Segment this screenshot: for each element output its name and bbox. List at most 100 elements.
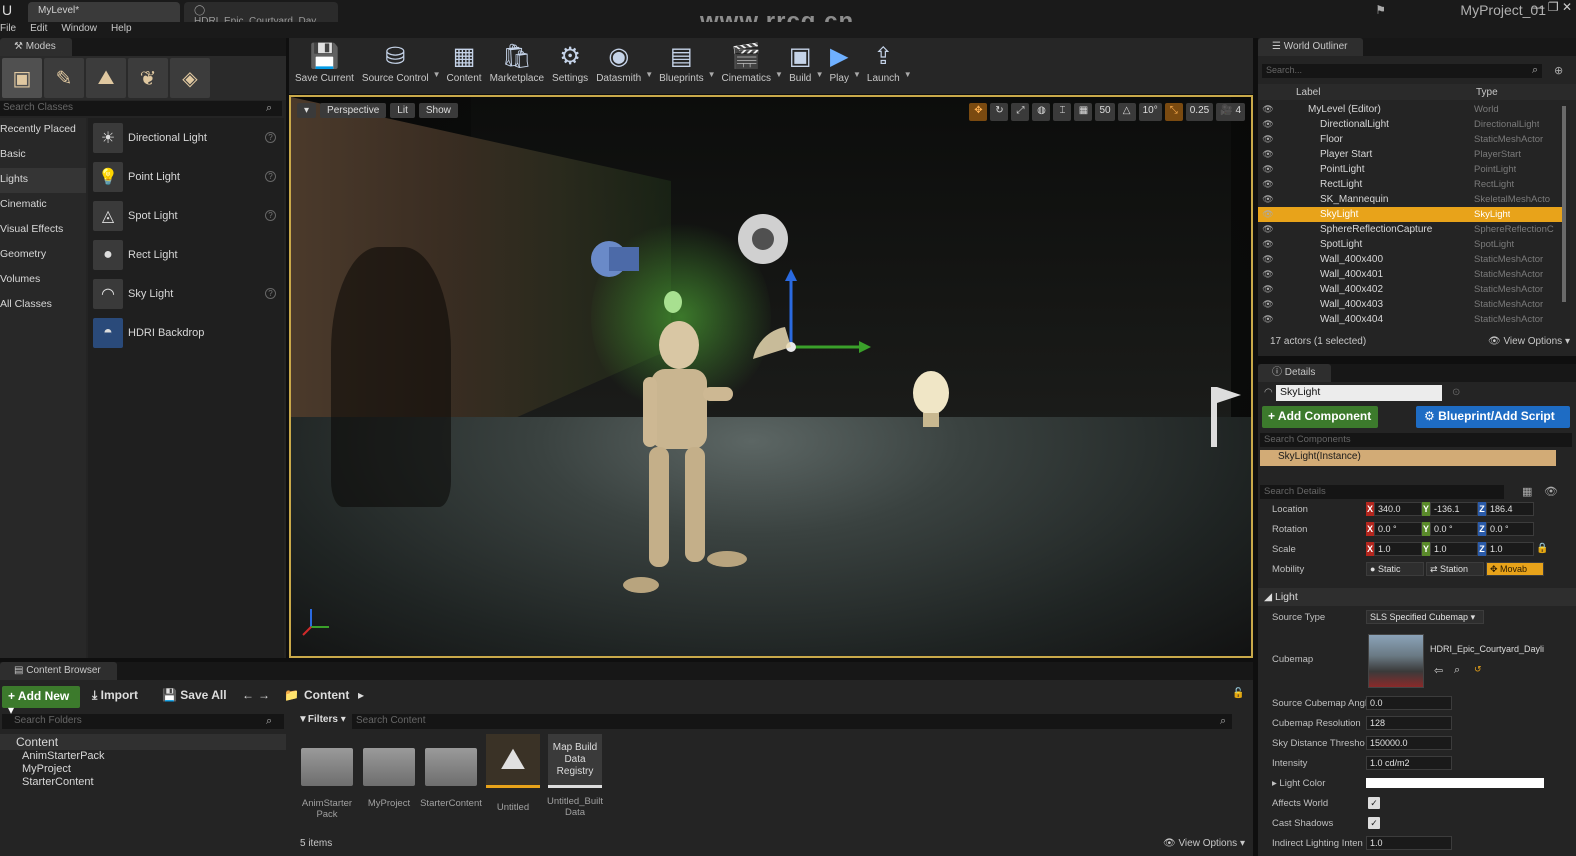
mobility-static[interactable]: ● Static [1366,562,1424,576]
world-icon[interactable]: ◍ [1032,103,1051,121]
column-type[interactable]: Type [1476,87,1498,98]
surface-snap-icon[interactable]: ⌶ [1053,103,1072,121]
details-tab[interactable]: ⓘ Details [1258,364,1332,382]
grid-snap-value[interactable]: 50 [1095,103,1115,121]
mobility-movable[interactable]: ✥ Movab [1486,562,1544,576]
cinematics-dropdown[interactable]: ▼ [775,70,783,79]
content-view-options[interactable]: 👁 View Options ▾ [1163,838,1245,849]
source-cubemap-angle-input[interactable]: 0.0 [1366,696,1452,710]
visibility-eye-icon[interactable]: 👁 [1258,149,1278,160]
outliner-row[interactable]: 👁 Player Start PlayerStart [1258,147,1564,162]
asset-untitled[interactable]: ⛰ Untitled [482,734,544,820]
rotate-icon[interactable]: ↻ [990,103,1009,121]
paint-mode-icon[interactable]: ✎ [44,58,84,98]
camera-speed[interactable]: 🎥 4 [1216,103,1245,121]
folder-content[interactable]: Content [0,734,286,750]
mobility-stationary[interactable]: ⇄ Station [1426,562,1484,576]
source-type-dropdown[interactable]: SLS Specified Cubemap ▾ [1366,610,1484,624]
search-content-input[interactable]: Search Content [352,714,1232,729]
launch-button[interactable]: ⇪ Launch [863,38,904,90]
cinematics-button[interactable]: 🎬 Cinematics [718,38,775,90]
minimize-button[interactable]: — [1532,0,1544,14]
scale-icon[interactable]: ⤢ [1011,103,1030,121]
visibility-eye-icon[interactable]: 👁 [1258,254,1278,265]
folder-myproject[interactable]: MyProject [0,763,286,776]
light-section-header[interactable]: ◢ Light [1258,588,1576,606]
help-icon[interactable]: ? [265,288,276,299]
outliner-tab[interactable]: ☰ World Outliner [1258,38,1364,56]
folder-startercontent[interactable]: StarterContent [0,776,286,789]
category-all-classes[interactable]: All Classes [0,293,86,318]
add-new-button[interactable]: + Add New ▾ [2,686,80,717]
outliner-row[interactable]: 👁 SphereReflectionCapture SphereReflection… [1258,222,1564,237]
mannequin[interactable] [623,321,747,593]
outliner-row[interactable]: 👁 Wall_400x400 StaticMeshActor [1258,252,1564,267]
outliner-search-input[interactable]: Search... [1262,64,1542,78]
outliner-scrollbar[interactable] [1562,106,1566,302]
lit-button[interactable]: Lit [390,103,415,118]
rotation-x[interactable]: 0.0 ° [1374,522,1422,536]
outliner-row[interactable]: 👁 Wall_400x402 StaticMeshActor [1258,282,1564,297]
outliner-row[interactable]: 👁 Wall_400x404 StaticMeshActor [1258,312,1564,327]
maximize-button[interactable]: ❐ [1548,0,1559,14]
angle-icon[interactable]: △ [1117,103,1136,121]
forward-arrow-icon[interactable]: → [258,688,270,702]
folder-animstarterpack[interactable]: AnimStarterPack [0,750,286,763]
outliner-row[interactable]: 👁 SpotLight SpotLight [1258,237,1564,252]
blueprints-dropdown[interactable]: ▼ [708,70,716,79]
level-viewport[interactable]: ▾ Perspective Lit Show ✥ ↻ ⤢ ◍ ⌶ ▦ 50 △ … [289,95,1253,658]
foliage-mode-icon[interactable]: ❦ [128,58,168,98]
search-details-input[interactable]: Search Details [1260,485,1504,499]
lock-icon[interactable]: 🔒 [1536,543,1548,554]
class-hdri-backdrop[interactable]: ◓ HDRI Backdrop [88,313,284,352]
content-browser-tab[interactable]: ▤ Content Browser [0,662,117,680]
outliner-row[interactable]: 👁 Floor StaticMeshActor [1258,132,1564,147]
add-component-button[interactable]: + Add Component [1262,406,1378,428]
category-lights[interactable]: Lights [0,168,86,193]
tab-hdri[interactable]: ◯ HDRI_Epic_Courtyard_Day [184,2,338,27]
search-folders-input[interactable]: Search Folders [2,714,284,729]
browse-icon[interactable]: ⌕ [1454,664,1460,677]
transform-gizmo[interactable] [753,269,871,359]
cubemap-resolution-input[interactable]: 128 [1366,716,1452,730]
outliner-row[interactable]: 👁 PointLight PointLight [1258,162,1564,177]
visibility-eye-icon[interactable]: 👁 [1258,299,1278,310]
class-point-light[interactable]: 💡 Point Light? [88,157,284,196]
visibility-eye-icon[interactable]: 👁 [1258,284,1278,295]
path-chevron-icon[interactable]: ▸ [358,688,364,702]
column-label[interactable]: Label [1296,87,1320,98]
play-button[interactable]: ▶ Play [826,38,853,90]
scale-x[interactable]: 1.0 [1374,542,1422,556]
source-control-dropdown[interactable]: ▼ [433,70,441,79]
scale-y[interactable]: 1.0 [1430,542,1478,556]
visibility-eye-icon[interactable]: 👁 [1258,209,1278,220]
marketplace-button[interactable]: 🛍 Marketplace [486,38,548,90]
visibility-eye-icon[interactable]: 👁 [1258,164,1278,175]
datasmith-dropdown[interactable]: ▼ [645,70,653,79]
visibility-eye-icon[interactable]: 👁 [1258,314,1278,325]
outliner-view-options[interactable]: 👁 View Options ▾ [1488,336,1570,347]
point-light-actor[interactable] [913,371,949,427]
search-components-input[interactable]: Search Components [1260,433,1572,447]
tab-level[interactable]: MyLevel* [28,2,180,22]
affects-world-checkbox[interactable]: ✓ [1368,797,1380,809]
settings-button[interactable]: ⚙ Settings [548,38,592,90]
use-selected-icon[interactable]: ⇦ [1434,664,1443,677]
outliner-row[interactable]: 👁 SK_Mannequin SkeletalMeshActo [1258,192,1564,207]
modes-tab[interactable]: ⚒ Modes [0,38,72,56]
play-dropdown[interactable]: ▼ [853,70,861,79]
datasmith-button[interactable]: ◉ Datasmith [592,38,645,90]
skylight-instance-row[interactable]: SkyLight(Instance) [1260,450,1556,466]
build-button[interactable]: ▣ Build [785,38,816,90]
outliner-row[interactable]: 👁 Wall_400x403 StaticMeshActor [1258,297,1564,312]
menu-window[interactable]: Window [57,22,107,38]
asset-startercontent[interactable]: StarterContent [420,734,482,820]
geometry-mode-icon[interactable]: ◈ [170,58,210,98]
class-sky-light[interactable]: ◠ Sky Light? [88,274,284,313]
outliner-row[interactable]: 👁 RectLight RectLight [1258,177,1564,192]
actor-name-field[interactable]: SkyLight [1276,385,1442,401]
sky-distance-input[interactable]: 150000.0 [1366,736,1452,750]
outliner-row[interactable]: 👁 DirectionalLight DirectionalLight [1258,117,1564,132]
asset-untitled-builtdata[interactable]: Map Build Data Registry Untitled_Built Da… [544,734,606,820]
outliner-row[interactable]: 👁 SkyLight SkyLight [1258,207,1564,222]
